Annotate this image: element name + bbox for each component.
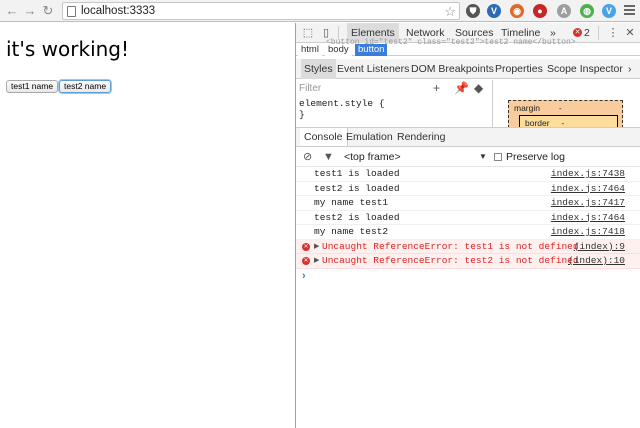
prompt-chevron-icon: ›: [302, 269, 306, 282]
tab-console[interactable]: Console: [300, 128, 348, 146]
tab-event-listeners[interactable]: Event Listeners: [337, 59, 409, 79]
frame-select[interactable]: <top frame>: [344, 150, 401, 164]
breadcrumb-html[interactable]: html: [298, 44, 322, 56]
back-arrow-icon[interactable]: ←: [4, 3, 20, 19]
breadcrumb-body[interactable]: body: [325, 44, 352, 56]
forward-arrow-icon[interactable]: →: [22, 3, 38, 19]
console-message-text: test2 is loaded: [314, 182, 400, 194]
console-source-link[interactable]: index.js:7464: [551, 182, 625, 197]
v-extension-icon[interactable]: V: [487, 4, 501, 18]
test1-name-button[interactable]: test1 name: [6, 80, 59, 93]
close-devtools-icon[interactable]: ✕: [623, 26, 637, 40]
console-source-link[interactable]: index.js:7417: [551, 196, 625, 211]
customize-menu-icon[interactable]: ⋮: [606, 26, 620, 40]
a-extension-icon[interactable]: A: [557, 4, 571, 18]
checkbox-box[interactable]: [494, 153, 502, 161]
console-message-text: my name test1: [314, 197, 389, 208]
console-log-row[interactable]: my name test1 index.js:7417: [296, 196, 640, 211]
breadcrumb: <button id="test2" class="test2">test2 n…: [296, 38, 640, 56]
tab-scope-inspector[interactable]: Scope Inspector: [547, 59, 623, 79]
console-source-link[interactable]: index.js:7438: [551, 167, 625, 182]
tab-dom-breakpoints[interactable]: DOM Breakpoints: [411, 59, 494, 79]
page-viewport: it's working! test1 name test2 name: [0, 23, 295, 428]
element-style-rule[interactable]: element.style { }: [299, 98, 385, 120]
console-source-link[interactable]: (index):10: [568, 254, 625, 269]
expand-triangle-icon[interactable]: ▶: [314, 254, 319, 269]
console-log-row[interactable]: test2 is loaded index.js:7464: [296, 211, 640, 226]
console-error-row[interactable]: ✕ ▶ Uncaught ReferenceError: test1 is not …: [296, 239, 640, 255]
filter-icon[interactable]: ▼: [323, 150, 334, 164]
expand-triangle-icon[interactable]: ▶: [314, 240, 319, 255]
error-icon: ✕: [302, 242, 310, 251]
console-message-text: test2 is loaded: [314, 211, 400, 223]
url-text[interactable]: localhost:3333: [81, 5, 155, 18]
breadcrumb-button[interactable]: button: [355, 44, 388, 56]
color-format-icon[interactable]: ◆: [474, 82, 483, 94]
more-sidebar-tabs-chevron[interactable]: ›: [628, 59, 632, 79]
console-source-link[interactable]: (index):9: [574, 240, 625, 255]
toolbar-divider: [598, 26, 599, 40]
address-bar[interactable]: localhost:3333 ☆: [62, 2, 460, 20]
tab-styles[interactable]: Styles: [301, 59, 336, 79]
new-style-rule-icon[interactable]: +: [433, 82, 440, 94]
browser-toolbar: ← → ↻ localhost:3333 ☆ ⛊ V ◉ ● A ◍ V: [0, 0, 640, 22]
error-count-icon[interactable]: ✕: [573, 28, 582, 37]
page-heading: it's working!: [6, 37, 130, 61]
console-log-row[interactable]: test2 is loaded index.js:7464: [296, 182, 640, 197]
inspect-element-icon[interactable]: ⬚: [301, 26, 315, 40]
console-messages: test1 is loaded index.js:7438 test2 is loa…: [296, 167, 640, 283]
element-state-pin-icon[interactable]: 📌: [454, 82, 469, 94]
devtools-panel: ⬚ ▯ Elements Network Sources Timeline » …: [295, 23, 640, 428]
fox-extension-icon[interactable]: ◉: [510, 4, 524, 18]
v-blue-extension-icon[interactable]: V: [602, 4, 616, 18]
margin-label: margin -: [514, 103, 562, 113]
chevron-down-icon[interactable]: ▼: [479, 151, 487, 163]
console-source-link[interactable]: index.js:7418: [551, 225, 625, 240]
elements-sidebar-tabs: Styles Event Listeners DOM Breakpoints P…: [296, 59, 640, 79]
tab-emulation[interactable]: Emulation: [346, 128, 393, 146]
error-icon: ✕: [302, 257, 310, 265]
drawer-tabs: Console Emulation Rendering: [296, 127, 640, 147]
console-source-link[interactable]: index.js:7464: [551, 211, 625, 226]
test2-name-button[interactable]: test2 name: [59, 80, 112, 93]
console-message-text: Uncaught ReferenceError: test1 is not de…: [322, 240, 579, 252]
stop-extension-icon[interactable]: ●: [533, 4, 547, 18]
console-prompt[interactable]: ›: [296, 269, 640, 283]
console-log-row[interactable]: my name test2 index.js:7418: [296, 225, 640, 240]
console-message-text: test1 is loaded: [314, 168, 400, 179]
tab-properties[interactable]: Properties: [495, 59, 543, 79]
console-error-row[interactable]: ✕ ▶ Uncaught ReferenceError: test2 is not …: [296, 254, 640, 269]
shield-extension-icon[interactable]: ⛊: [466, 4, 480, 18]
console-message-text: my name test2: [314, 226, 389, 237]
preserve-log-checkbox[interactable]: Preserve log: [494, 150, 565, 164]
reload-icon[interactable]: ↻: [40, 3, 56, 19]
clear-console-icon[interactable]: ⊘: [303, 150, 312, 164]
chrome-menu-icon[interactable]: [624, 5, 635, 17]
styles-filter-input[interactable]: Filter: [299, 83, 321, 94]
bookmark-star-icon[interactable]: ☆: [444, 4, 456, 19]
page-icon: [67, 6, 76, 17]
console-toolbar: ⊘ ▼ <top frame> ▼ Preserve log: [296, 147, 640, 167]
globe-extension-icon[interactable]: ◍: [580, 4, 594, 18]
console-log-row[interactable]: test1 is loaded index.js:7438: [296, 167, 640, 182]
error-count[interactable]: 2: [584, 23, 590, 43]
tab-rendering[interactable]: Rendering: [397, 128, 445, 146]
console-message-text: Uncaught ReferenceError: test2 is not de…: [322, 255, 579, 266]
